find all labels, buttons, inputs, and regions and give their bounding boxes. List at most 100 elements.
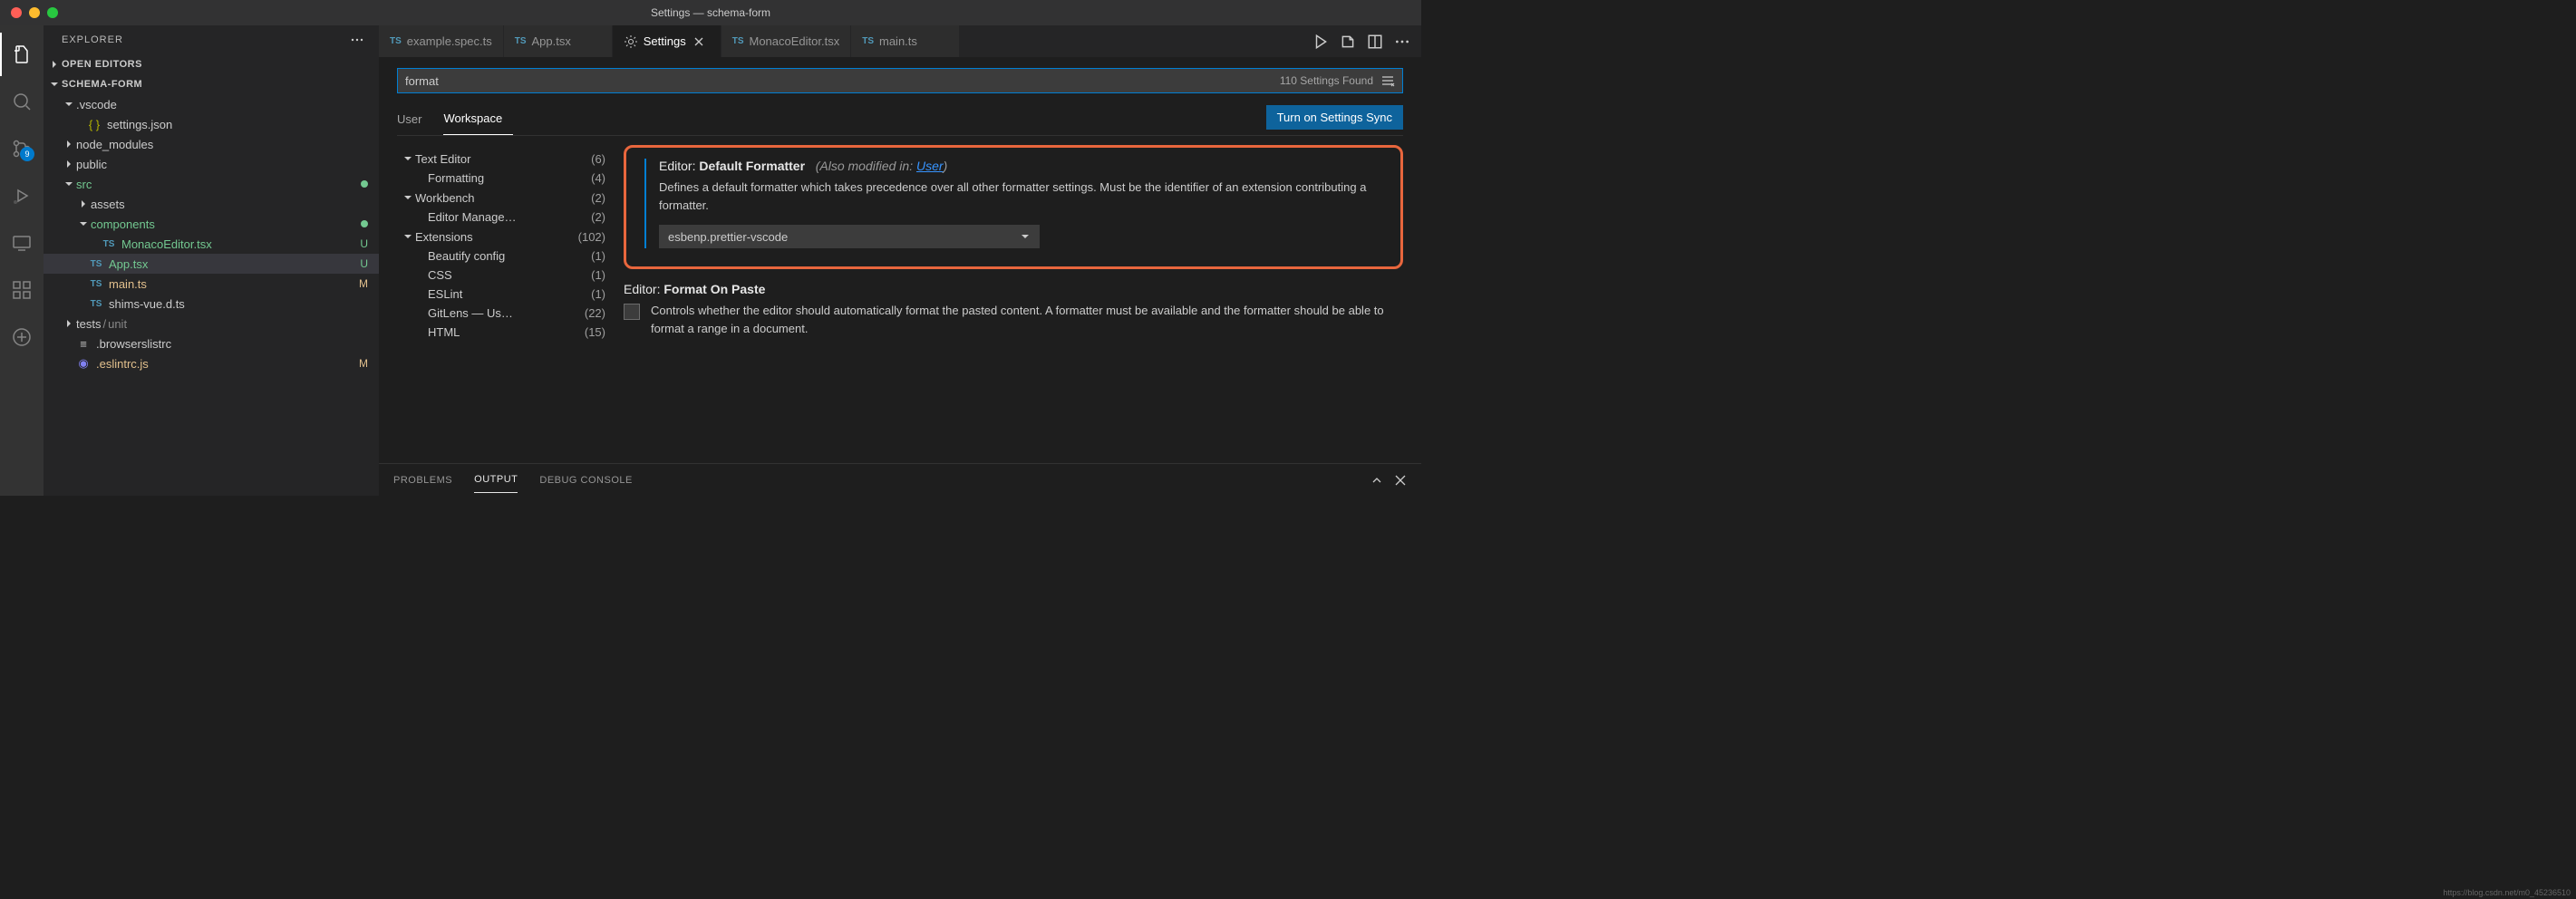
also-modified-link[interactable]: User bbox=[916, 159, 944, 173]
toc-gitlens[interactable]: GitLens — Us… (22) bbox=[397, 304, 605, 323]
file-main-ts[interactable]: TS main.ts M bbox=[44, 274, 379, 294]
toc-text-editor[interactable]: Text Editor (6) bbox=[397, 149, 605, 169]
split-icon[interactable] bbox=[1367, 34, 1383, 50]
toc-count: (2) bbox=[591, 191, 605, 205]
tab-main[interactable]: TS main.ts bbox=[851, 25, 960, 57]
chevron-right-icon bbox=[47, 57, 62, 72]
setting-default-formatter: Editor: Default Formatter (Also modified… bbox=[644, 159, 1382, 248]
source-control-icon[interactable]: 9 bbox=[0, 127, 44, 170]
toc-count: (1) bbox=[591, 249, 605, 263]
search-input[interactable] bbox=[405, 74, 1273, 88]
titlebar: Settings — schema-form bbox=[0, 0, 1421, 25]
folder-assets[interactable]: assets bbox=[44, 194, 379, 214]
extensions-icon[interactable] bbox=[0, 268, 44, 312]
open-file-icon[interactable] bbox=[1340, 34, 1356, 50]
window-controls bbox=[11, 7, 58, 18]
panel-problems[interactable]: PROBLEMS bbox=[393, 468, 452, 493]
tab-monaco[interactable]: TS MonacoEditor.tsx bbox=[721, 25, 852, 57]
remote-icon[interactable] bbox=[0, 221, 44, 265]
chevron-down-icon bbox=[62, 177, 76, 191]
close-icon[interactable] bbox=[692, 34, 706, 49]
scope-user[interactable]: User bbox=[397, 105, 432, 135]
toc-formatting[interactable]: Formatting (4) bbox=[397, 169, 605, 188]
file-browserslist[interactable]: ≡ .browserslistrc bbox=[44, 334, 379, 353]
editor-tabs: TS example.spec.ts TS App.tsx Settings T… bbox=[379, 25, 1421, 57]
scope-workspace[interactable]: Workspace bbox=[443, 104, 513, 135]
setting-title: Editor: Default Formatter (Also modified… bbox=[659, 159, 1382, 173]
folder-components[interactable]: components bbox=[44, 214, 379, 234]
toc-extensions[interactable]: Extensions (102) bbox=[397, 227, 605, 246]
tree-label: tests bbox=[76, 317, 101, 331]
toc-editor-mgmt[interactable]: Editor Manage… (2) bbox=[397, 208, 605, 227]
settings-scope: User Workspace Turn on Settings Sync bbox=[397, 104, 1403, 136]
git-status: M bbox=[359, 357, 368, 370]
toc-beautify[interactable]: Beautify config (1) bbox=[397, 246, 605, 266]
also-modified-suffix: ) bbox=[944, 159, 948, 173]
folder-tests[interactable]: tests / unit bbox=[44, 314, 379, 334]
panel-maximize-icon[interactable] bbox=[1370, 474, 1383, 487]
panel-close-icon[interactable] bbox=[1394, 474, 1407, 487]
workspace-label: SCHEMA-FORM bbox=[62, 79, 142, 90]
search-count: 110 Settings Found bbox=[1280, 74, 1373, 87]
editor-toolbar bbox=[1302, 25, 1421, 57]
chevron-down-icon bbox=[401, 151, 415, 166]
folder-vscode[interactable]: .vscode bbox=[44, 94, 379, 114]
settings-search[interactable]: 110 Settings Found bbox=[397, 68, 1403, 93]
toc-css[interactable]: CSS (1) bbox=[397, 266, 605, 285]
clear-search-icon[interactable] bbox=[1380, 73, 1395, 88]
minimize-window[interactable] bbox=[29, 7, 40, 18]
explorer-icon[interactable] bbox=[0, 33, 44, 76]
chevron-down-icon bbox=[76, 217, 91, 231]
file-settings-json[interactable]: { } settings.json bbox=[44, 114, 379, 134]
tab-example-spec[interactable]: TS example.spec.ts bbox=[379, 25, 504, 57]
folder-public[interactable]: public bbox=[44, 154, 379, 174]
file-monaco-editor[interactable]: TS MonacoEditor.tsx U bbox=[44, 234, 379, 254]
json-icon: { } bbox=[87, 117, 102, 131]
chevron-right-icon bbox=[62, 316, 76, 331]
folder-node-modules[interactable]: node_modules bbox=[44, 134, 379, 154]
file-eslintrc[interactable]: ◉ .eslintrc.js M bbox=[44, 353, 379, 373]
open-editors-section[interactable]: OPEN EDITORS bbox=[44, 54, 379, 74]
setting-name: Default Formatter bbox=[699, 159, 805, 173]
more-icon[interactable] bbox=[1394, 34, 1410, 50]
git-status: M bbox=[359, 277, 368, 290]
git-graph-icon[interactable] bbox=[0, 315, 44, 359]
formatter-select[interactable]: esbenp.prettier-vscode bbox=[659, 225, 1040, 248]
folder-src[interactable]: src bbox=[44, 174, 379, 194]
tab-settings[interactable]: Settings bbox=[613, 25, 721, 57]
chevron-right-icon bbox=[76, 197, 91, 211]
panel-debug-console[interactable]: DEBUG CONSOLE bbox=[539, 468, 632, 493]
ts-icon: TS bbox=[102, 237, 116, 251]
run-icon[interactable] bbox=[1312, 34, 1329, 50]
tab-app-tsx[interactable]: TS App.tsx bbox=[504, 25, 613, 57]
search-icon[interactable] bbox=[0, 80, 44, 123]
file-shims[interactable]: TS shims-vue.d.ts bbox=[44, 294, 379, 314]
toc-count: (15) bbox=[585, 325, 605, 339]
tree-label: unit bbox=[108, 317, 127, 331]
debug-icon[interactable] bbox=[0, 174, 44, 218]
maximize-window[interactable] bbox=[47, 7, 58, 18]
file-app-tsx[interactable]: TS App.tsx U bbox=[44, 254, 379, 274]
tree-label: MonacoEditor.tsx bbox=[121, 237, 356, 251]
toc-eslint[interactable]: ESLint (1) bbox=[397, 285, 605, 304]
tree-label: components bbox=[91, 218, 357, 231]
toc-label: Extensions bbox=[415, 230, 573, 244]
setting-prefix: Editor: bbox=[659, 159, 695, 173]
panel-output[interactable]: OUTPUT bbox=[474, 467, 518, 493]
toc-label: HTML bbox=[428, 325, 579, 339]
tree-label: .vscode bbox=[76, 98, 368, 111]
toc-label: Beautify config bbox=[428, 249, 586, 263]
toc-count: (4) bbox=[591, 171, 605, 185]
ts-icon: TS bbox=[89, 256, 103, 271]
tab-label: Settings bbox=[644, 34, 686, 48]
close-window[interactable] bbox=[11, 7, 22, 18]
toc-count: (1) bbox=[591, 268, 605, 282]
more-actions-icon[interactable] bbox=[350, 33, 364, 47]
workspace-section[interactable]: SCHEMA-FORM bbox=[44, 74, 379, 94]
tree-label: .browserslistrc bbox=[96, 337, 368, 351]
format-on-paste-checkbox[interactable] bbox=[624, 304, 640, 320]
toc-workbench[interactable]: Workbench (2) bbox=[397, 188, 605, 208]
ts-icon: TS bbox=[89, 296, 103, 311]
settings-sync-button[interactable]: Turn on Settings Sync bbox=[1266, 105, 1403, 130]
toc-html[interactable]: HTML (15) bbox=[397, 323, 605, 342]
